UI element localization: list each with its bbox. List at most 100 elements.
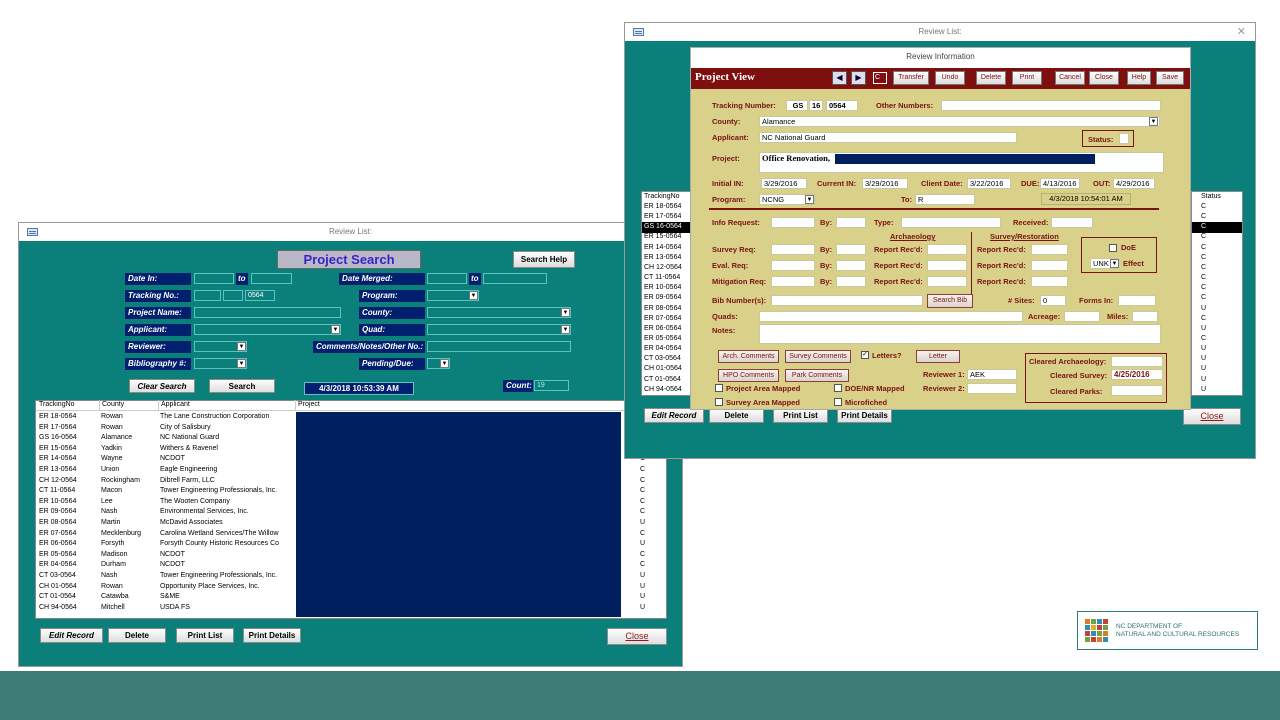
cell-county[interactable]: Rowan bbox=[101, 412, 157, 423]
type-field[interactable] bbox=[901, 217, 1001, 228]
letters-checkbox[interactable]: ✓ bbox=[861, 351, 869, 359]
letter-button[interactable]: Letter bbox=[916, 350, 960, 363]
chevron-down-icon[interactable]: ▼ bbox=[237, 359, 246, 368]
edit-record-button[interactable]: Edit Record bbox=[40, 628, 103, 643]
table-row[interactable]: ER 13-0564 bbox=[642, 253, 690, 264]
cell-county[interactable]: Catawba bbox=[101, 592, 157, 603]
cell-applicant[interactable]: USDA FS bbox=[160, 603, 294, 614]
close-icon[interactable]: ✕ bbox=[1237, 23, 1246, 41]
cell-applicant[interactable]: Carolina Wetland Services/The Willow bbox=[160, 529, 294, 540]
cell-tracking[interactable]: ER 08-0564 bbox=[39, 518, 97, 529]
sites-field[interactable]: 0 bbox=[1040, 295, 1066, 306]
arch-report-recd-field[interactable] bbox=[927, 244, 967, 255]
chevron-down-icon[interactable]: ▼ bbox=[237, 342, 246, 351]
table-row[interactable]: C bbox=[1192, 202, 1242, 213]
table-row[interactable]: C bbox=[1192, 253, 1242, 264]
cell-tracking[interactable]: GS 16-0564 bbox=[39, 433, 97, 444]
chevron-down-icon[interactable]: ▼ bbox=[561, 308, 570, 317]
cell-county[interactable]: Wayne bbox=[101, 454, 157, 465]
arch-comments-button[interactable]: Arch. Comments bbox=[718, 350, 779, 363]
reviewer-dropdown[interactable]: ▼ bbox=[194, 341, 247, 352]
chevron-down-icon[interactable]: ▼ bbox=[561, 325, 570, 334]
edit-record-button[interactable]: Edit Record bbox=[644, 408, 704, 423]
cell-county[interactable]: Rockingham bbox=[101, 476, 157, 487]
cell-tracking[interactable]: ER 09-0564 bbox=[39, 507, 97, 518]
close-dialog-button[interactable]: Close bbox=[1089, 71, 1119, 85]
cleared-archaeology-field[interactable] bbox=[1111, 356, 1163, 367]
table-row[interactable]: C bbox=[1192, 273, 1242, 284]
cleared-survey-field[interactable]: 4/25/2016 bbox=[1111, 369, 1163, 380]
underlying-list-right[interactable]: Status CCCCCCCCCCUCUCUUUUU bbox=[1191, 191, 1243, 396]
cell-tracking[interactable]: ER 13-0564 bbox=[39, 465, 97, 476]
table-row[interactable]: CT 03-0564 bbox=[642, 354, 690, 365]
cell-applicant[interactable]: Withers & Ravenel bbox=[160, 444, 294, 455]
project-name-field[interactable] bbox=[194, 307, 341, 318]
table-row[interactable]: CH 94-0564 bbox=[642, 385, 690, 396]
cell-status[interactable]: C bbox=[640, 529, 650, 540]
cell-county[interactable]: Union bbox=[101, 465, 157, 476]
mitigation-req-field[interactable] bbox=[771, 276, 815, 287]
bib-numbers-field[interactable] bbox=[771, 295, 923, 306]
bibliography-dropdown[interactable]: ▼ bbox=[194, 358, 247, 369]
column-header-tracking[interactable]: TrackingNo bbox=[39, 400, 75, 411]
table-row[interactable]: C bbox=[1192, 314, 1242, 325]
cell-tracking[interactable]: ER 17-0564 bbox=[39, 423, 97, 434]
delete-button[interactable]: Delete bbox=[709, 408, 764, 423]
pending-due-dropdown[interactable]: ▼ bbox=[427, 358, 450, 369]
applicant-dropdown[interactable]: ▼ bbox=[194, 324, 341, 335]
cell-tracking[interactable]: ER 15-0564 bbox=[39, 444, 97, 455]
close-button[interactable]: Close bbox=[1183, 408, 1241, 425]
quads-field[interactable] bbox=[759, 311, 1023, 322]
survey-req-field[interactable] bbox=[771, 244, 815, 255]
doe-nr-mapped-checkbox[interactable] bbox=[834, 384, 842, 392]
column-header-project[interactable]: Project bbox=[295, 400, 320, 411]
cell-applicant[interactable]: The Lane Construction Corporation bbox=[160, 412, 294, 423]
table-row[interactable]: CH 12-0564 bbox=[642, 263, 690, 274]
cancel-button[interactable]: Cancel bbox=[1055, 71, 1085, 85]
table-row[interactable]: U bbox=[1192, 375, 1242, 386]
cell-applicant[interactable]: NCDOT bbox=[160, 550, 294, 561]
cell-tracking[interactable]: ER 14-0564 bbox=[39, 454, 97, 465]
doe-checkbox[interactable] bbox=[1109, 244, 1117, 252]
cell-applicant[interactable]: NCDOT bbox=[160, 560, 294, 571]
status-field[interactable] bbox=[1119, 133, 1129, 144]
cell-county[interactable]: Martin bbox=[101, 518, 157, 529]
chevron-down-icon[interactable]: ▼ bbox=[469, 291, 478, 300]
cell-tracking[interactable]: ER 07-0564 bbox=[39, 529, 97, 540]
cell-county[interactable]: Durham bbox=[101, 560, 157, 571]
table-row[interactable]: ER 09-0564 bbox=[642, 293, 690, 304]
table-row[interactable]: CT 11-0564 bbox=[642, 273, 690, 284]
to-field[interactable]: R bbox=[915, 194, 975, 205]
cell-status[interactable]: C bbox=[640, 465, 650, 476]
cell-county[interactable]: Yadkin bbox=[101, 444, 157, 455]
mitigation-report-recd-field[interactable] bbox=[927, 276, 967, 287]
cell-applicant[interactable]: City of Salisbury bbox=[160, 423, 294, 434]
date-in-to-field[interactable] bbox=[251, 273, 292, 284]
table-row[interactable]: ER 07-0564 bbox=[642, 314, 690, 325]
search-help-button[interactable]: Search Help bbox=[513, 251, 575, 268]
print-list-button[interactable]: Print List bbox=[773, 408, 828, 423]
table-row[interactable]: ER 18-0564 bbox=[642, 202, 690, 213]
search-bib-button[interactable]: Search Bib bbox=[927, 294, 973, 308]
next-record-icon[interactable]: ▶ bbox=[851, 71, 866, 85]
project-area-mapped-checkbox[interactable] bbox=[715, 384, 723, 392]
undo-button[interactable]: Undo bbox=[935, 71, 965, 85]
out-field[interactable]: 4/29/2016 bbox=[1113, 178, 1155, 189]
other-numbers-field[interactable] bbox=[941, 100, 1161, 111]
table-row[interactable]: U bbox=[1192, 324, 1242, 335]
save-button[interactable]: Save bbox=[1156, 71, 1184, 85]
cell-status[interactable]: C bbox=[640, 476, 650, 487]
tracking-year-field[interactable]: 16 bbox=[809, 100, 823, 111]
microfiched-checkbox[interactable] bbox=[834, 398, 842, 406]
table-row[interactable]: GS 16-0564 bbox=[642, 222, 690, 233]
survey-report-recd-field[interactable] bbox=[1031, 244, 1068, 255]
table-row[interactable]: ER 17-0564 bbox=[642, 212, 690, 223]
cell-county[interactable]: Forsyth bbox=[101, 539, 157, 550]
survey-area-mapped-checkbox[interactable] bbox=[715, 398, 723, 406]
eval-report-recd-field[interactable] bbox=[927, 260, 967, 271]
cell-tracking[interactable]: CT 03-0564 bbox=[39, 571, 97, 582]
cell-tracking[interactable]: ER 05-0564 bbox=[39, 550, 97, 561]
table-row[interactable]: U bbox=[1192, 354, 1242, 365]
cell-applicant[interactable]: Forsyth County Historic Resources Co bbox=[160, 539, 294, 550]
table-row[interactable]: C bbox=[1192, 243, 1242, 254]
